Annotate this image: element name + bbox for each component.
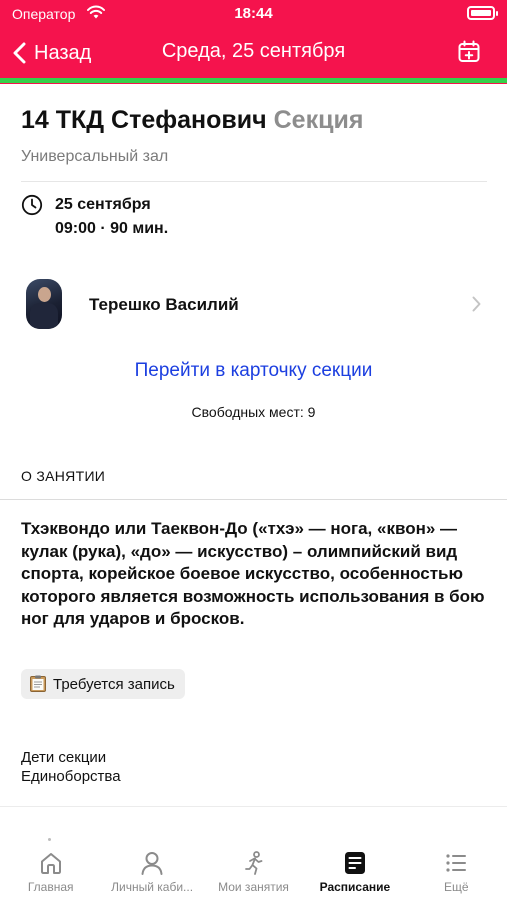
event-date: 25 сентября — [55, 196, 151, 213]
tab-label: Личный каби... — [111, 880, 194, 894]
clock-icon — [21, 194, 43, 216]
page-title: Среда, 25 сентября — [161, 40, 346, 62]
calendar-add-icon[interactable] — [457, 40, 481, 64]
clipboard-icon — [30, 675, 46, 692]
battery-icon — [467, 6, 498, 20]
tab-home[interactable]: Главная — [0, 834, 101, 900]
status-time: 18:44 — [234, 5, 273, 22]
hall-name: Универсальный зал — [21, 148, 169, 165]
divider — [21, 181, 487, 182]
event-time: 09:00 · 90 мин. — [55, 220, 169, 237]
trainer-avatar — [26, 279, 62, 329]
home-icon — [40, 853, 61, 874]
tab-profile[interactable]: Личный каби... — [101, 834, 202, 900]
header-accent-line — [0, 78, 507, 83]
runner-icon — [244, 851, 262, 875]
list-icon — [446, 854, 467, 872]
free-places: Свободных мест: 9 — [191, 404, 316, 420]
event-title-main: 14 ТКД Стефанович — [21, 106, 267, 134]
trainer-row[interactable]: Терешко Василий — [21, 275, 487, 333]
status-bar: Оператор 18:44 — [0, 0, 507, 28]
tab-label: Главная — [27, 880, 74, 894]
section-card-link[interactable]: Перейти в карточку секции — [0, 360, 507, 382]
trainer-name: Терешко Василий — [89, 295, 239, 314]
event-description: Тхэквондо или Таеквон-До («тхэ» — нога, … — [21, 519, 485, 628]
tab-bar: Главная Личный каби... Мои занятия Распи… — [0, 834, 507, 900]
nav-bar: Назад Среда, 25 сентября — [0, 30, 507, 74]
category-tag: Единоборства — [21, 768, 121, 785]
divider — [0, 806, 507, 807]
event-kind: Секция — [273, 106, 364, 134]
category-tag: Дети секции — [21, 749, 107, 766]
about-section-header: О ЗАНЯТИИ — [21, 468, 106, 484]
tab-more[interactable]: Ещё — [406, 834, 507, 900]
event-title: 14 ТКД Стефанович Секция — [21, 106, 363, 135]
tab-label: Мои занятия — [218, 880, 289, 894]
tab-schedule[interactable]: Расписание — [304, 834, 405, 900]
badge-label: Требуется запись — [53, 675, 175, 693]
tab-label: Расписание — [319, 880, 391, 894]
tab-my-classes[interactable]: Мои занятия — [203, 834, 304, 900]
tab-label: Ещё — [444, 880, 469, 894]
chevron-right-icon — [472, 296, 481, 312]
schedule-icon — [344, 852, 365, 874]
divider — [0, 499, 507, 500]
person-icon — [141, 852, 163, 875]
registration-required-badge: Требуется запись — [21, 669, 185, 699]
app-header: Оператор 18:44 Назад Среда, 25 сентября — [0, 0, 507, 84]
